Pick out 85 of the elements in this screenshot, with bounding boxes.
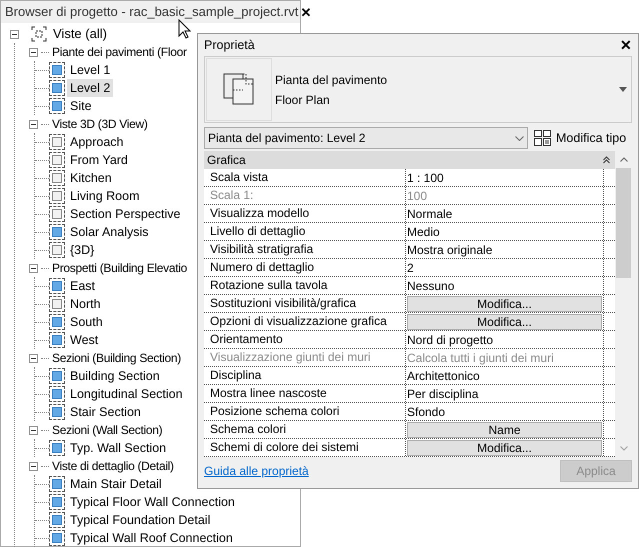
- tree-label[interactable]: Viste di dettaglio (Detail): [52, 457, 174, 475]
- group-header[interactable]: Grafica: [204, 151, 616, 169]
- property-name: Scala 1:: [204, 187, 406, 204]
- property-name: Mostra linee nascoste: [204, 385, 406, 402]
- tree-label[interactable]: Prospetti (Building Elevatio: [52, 259, 188, 277]
- property-name: Sostituzioni visibilità/grafica: [204, 295, 406, 312]
- type-name: Floor Plan: [275, 92, 331, 108]
- tree-item[interactable]: Typical Wall Roof Connection: [67, 528, 236, 547]
- property-value[interactable]: Normale: [406, 204, 452, 222]
- tree-label[interactable]: Sezioni (Building Section): [52, 349, 181, 367]
- tree-item[interactable]: Stair Section: [67, 402, 144, 422]
- collapse-icon[interactable]: [29, 426, 38, 434]
- tree-label[interactable]: Sezioni (Wall Section): [52, 421, 162, 439]
- property-value[interactable]: Mostra originale: [406, 240, 492, 258]
- property-value-button[interactable]: Name: [407, 422, 602, 438]
- tree-item[interactable]: Building Section: [67, 366, 163, 386]
- property-name: Visualizza modello: [204, 205, 406, 222]
- property-name: Visualizzazione giunti dei muri: [204, 349, 406, 366]
- tree-item[interactable]: Longitudinal Section: [67, 384, 186, 404]
- tree-item[interactable]: West: [67, 330, 102, 350]
- tree-item[interactable]: Section Perspective: [67, 204, 184, 224]
- floor-plan-icon: [223, 72, 255, 106]
- help-link[interactable]: Guida alle proprietà: [204, 462, 309, 480]
- property-value[interactable]: 1 : 100: [406, 168, 444, 186]
- tree-item[interactable]: Living Room: [67, 186, 142, 206]
- property-name: Scala vista: [204, 169, 406, 186]
- collapse-icon[interactable]: [10, 30, 19, 38]
- tree-item[interactable]: Kitchen: [67, 168, 115, 188]
- property-value-button[interactable]: Modifica...: [407, 296, 602, 312]
- collapse-icon[interactable]: [29, 264, 38, 272]
- property-value[interactable]: Sfondo: [406, 402, 446, 420]
- property-value-button[interactable]: Modifica...: [407, 314, 602, 330]
- property-value[interactable]: Architettonico: [406, 366, 480, 384]
- close-button[interactable]: ✕: [620, 38, 632, 52]
- property-value[interactable]: Nord di progetto: [406, 330, 494, 348]
- tree-item[interactable]: Typ. Wall Section: [67, 438, 170, 458]
- tree-label[interactable]: Piante dei pavimenti (Floor: [52, 43, 187, 61]
- collapse-icon[interactable]: [29, 120, 38, 128]
- property-value[interactable]: 2: [406, 258, 414, 276]
- tree-item[interactable]: Approach: [67, 132, 127, 152]
- tree-item[interactable]: Main Stair Detail: [67, 474, 165, 494]
- tree-label[interactable]: Viste (all): [51, 24, 109, 44]
- property-name: Disciplina: [204, 367, 406, 384]
- property-name: Orientamento: [204, 331, 406, 348]
- views-icon: [31, 26, 47, 42]
- tree-item[interactable]: {3D}: [67, 240, 98, 260]
- dropdown-arrow-icon: [619, 87, 627, 92]
- tree-item[interactable]: North: [67, 294, 104, 314]
- collapse-icon[interactable]: [29, 462, 38, 470]
- property-name: Numero di dettaglio: [204, 259, 406, 276]
- tree-item[interactable]: South: [67, 312, 106, 332]
- property-name: Visibilità stratigrafia: [204, 241, 406, 258]
- property-name: Livello di dettaglio: [204, 223, 406, 240]
- property-name: Opzioni di visualizzazione grafica: [204, 313, 406, 330]
- dialog-title: Proprietà: [204, 36, 255, 54]
- chevron-up-icon[interactable]: [620, 157, 628, 162]
- edit-type-icon: [534, 130, 552, 146]
- property-name: Schemi di colore dei sistemi: [204, 439, 406, 456]
- collapse-icon[interactable]: [29, 354, 38, 362]
- scrollbar-thumb[interactable]: [616, 168, 632, 278]
- tree-item[interactable]: Typical Floor Wall Connection: [67, 492, 238, 512]
- tree-item[interactable]: Level 1: [67, 60, 114, 80]
- property-name: Posizione schema colori: [204, 403, 406, 420]
- instance-dropdown[interactable]: Pianta del pavimento: Level 2: [204, 127, 528, 149]
- property-value[interactable]: Nessuno: [406, 276, 454, 294]
- tree-item[interactable]: Level 2: [67, 78, 114, 98]
- panel-title: Browser di progetto - rac_basic_sample_project.rvt: [5, 3, 298, 22]
- property-value[interactable]: Medio: [406, 222, 440, 240]
- family-name: Pianta del pavimento: [275, 72, 388, 88]
- chevron-down-icon: [515, 136, 524, 140]
- tree-item[interactable]: Typical Foundation Detail: [67, 510, 214, 530]
- property-value-button[interactable]: Modifica...: [407, 440, 602, 456]
- tree-item[interactable]: Site: [67, 96, 95, 116]
- property-name: Schema colori: [204, 421, 406, 438]
- tree-item[interactable]: East: [67, 276, 98, 296]
- edit-type-button[interactable]: Modifica tipo: [534, 128, 626, 148]
- tree-item[interactable]: From Yard: [67, 150, 131, 170]
- tree-label[interactable]: Viste 3D (3D View): [52, 115, 148, 133]
- property-value[interactable]: Per disciplina: [406, 384, 478, 402]
- mouse-pointer-icon: [178, 19, 191, 39]
- property-name: Rotazione sulla tavola: [204, 277, 406, 294]
- type-selector[interactable]: Pianta del pavimento Floor Plan: [204, 56, 632, 123]
- tree-item[interactable]: Solar Analysis: [67, 222, 152, 242]
- close-button[interactable]: ✕: [298, 6, 314, 18]
- collapse-icon[interactable]: [29, 48, 38, 56]
